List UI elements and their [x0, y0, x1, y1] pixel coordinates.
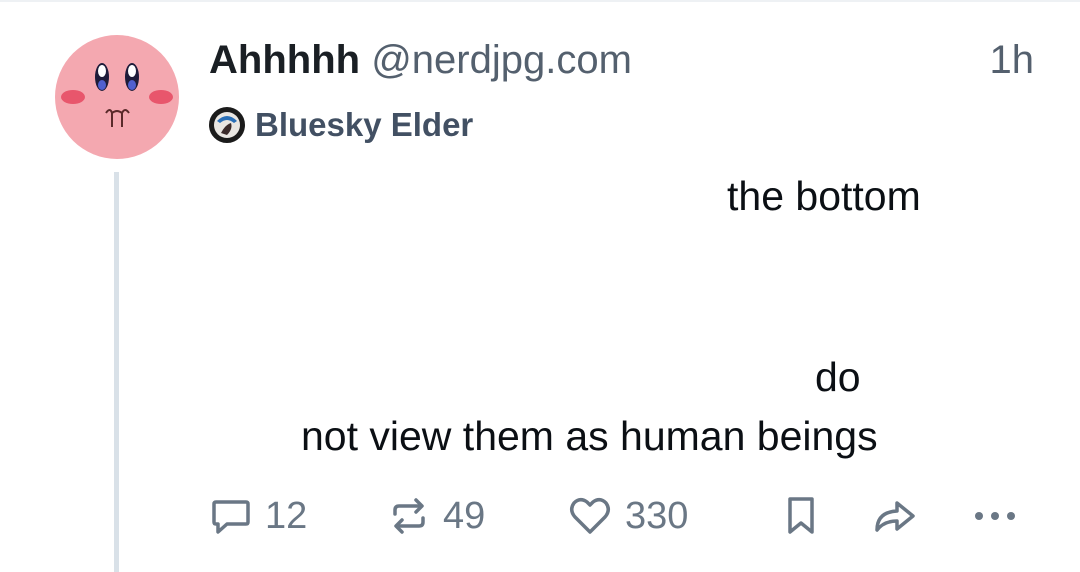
like-button[interactable]: 330: [567, 488, 688, 544]
author-badge: Bluesky Elder: [209, 105, 473, 145]
author-avatar[interactable]: [55, 35, 179, 159]
share-icon: [875, 501, 915, 532]
heart-icon: [570, 498, 610, 534]
more-horizontal-icon: [975, 512, 1015, 520]
post-header: Ahhhhh @nerdjpg.com: [209, 38, 632, 82]
kirby-face-icon: [55, 35, 179, 159]
share-button[interactable]: [871, 488, 919, 544]
thread-line: [114, 172, 119, 572]
reply-icon: [212, 500, 250, 534]
repost-icon: [393, 498, 425, 534]
author-handle[interactable]: @nerdjpg.com: [371, 38, 632, 82]
reply-button[interactable]: 12: [209, 488, 307, 544]
post-text-line-1: the bottom: [727, 173, 921, 219]
post-text-line-2: do: [815, 354, 861, 400]
repost-count: 49: [443, 494, 486, 537]
more-options-button[interactable]: [969, 488, 1021, 544]
like-count: 330: [625, 494, 689, 537]
reply-count: 12: [265, 494, 308, 537]
post-text-line-3: not view them as human beings: [301, 413, 878, 459]
bookmark-icon: [788, 497, 814, 534]
post-item[interactable]: Ahhhhh @nerdjpg.com 1h Bluesky Elder the…: [0, 0, 1080, 572]
author-display-name[interactable]: Ahhhhh: [209, 38, 360, 82]
repost-button[interactable]: 49: [387, 488, 485, 544]
badge-avatar-icon: [209, 107, 245, 143]
badge-label: Bluesky Elder: [255, 106, 474, 143]
post-timestamp[interactable]: 1h: [990, 38, 1035, 82]
bookmark-button[interactable]: [779, 488, 823, 544]
